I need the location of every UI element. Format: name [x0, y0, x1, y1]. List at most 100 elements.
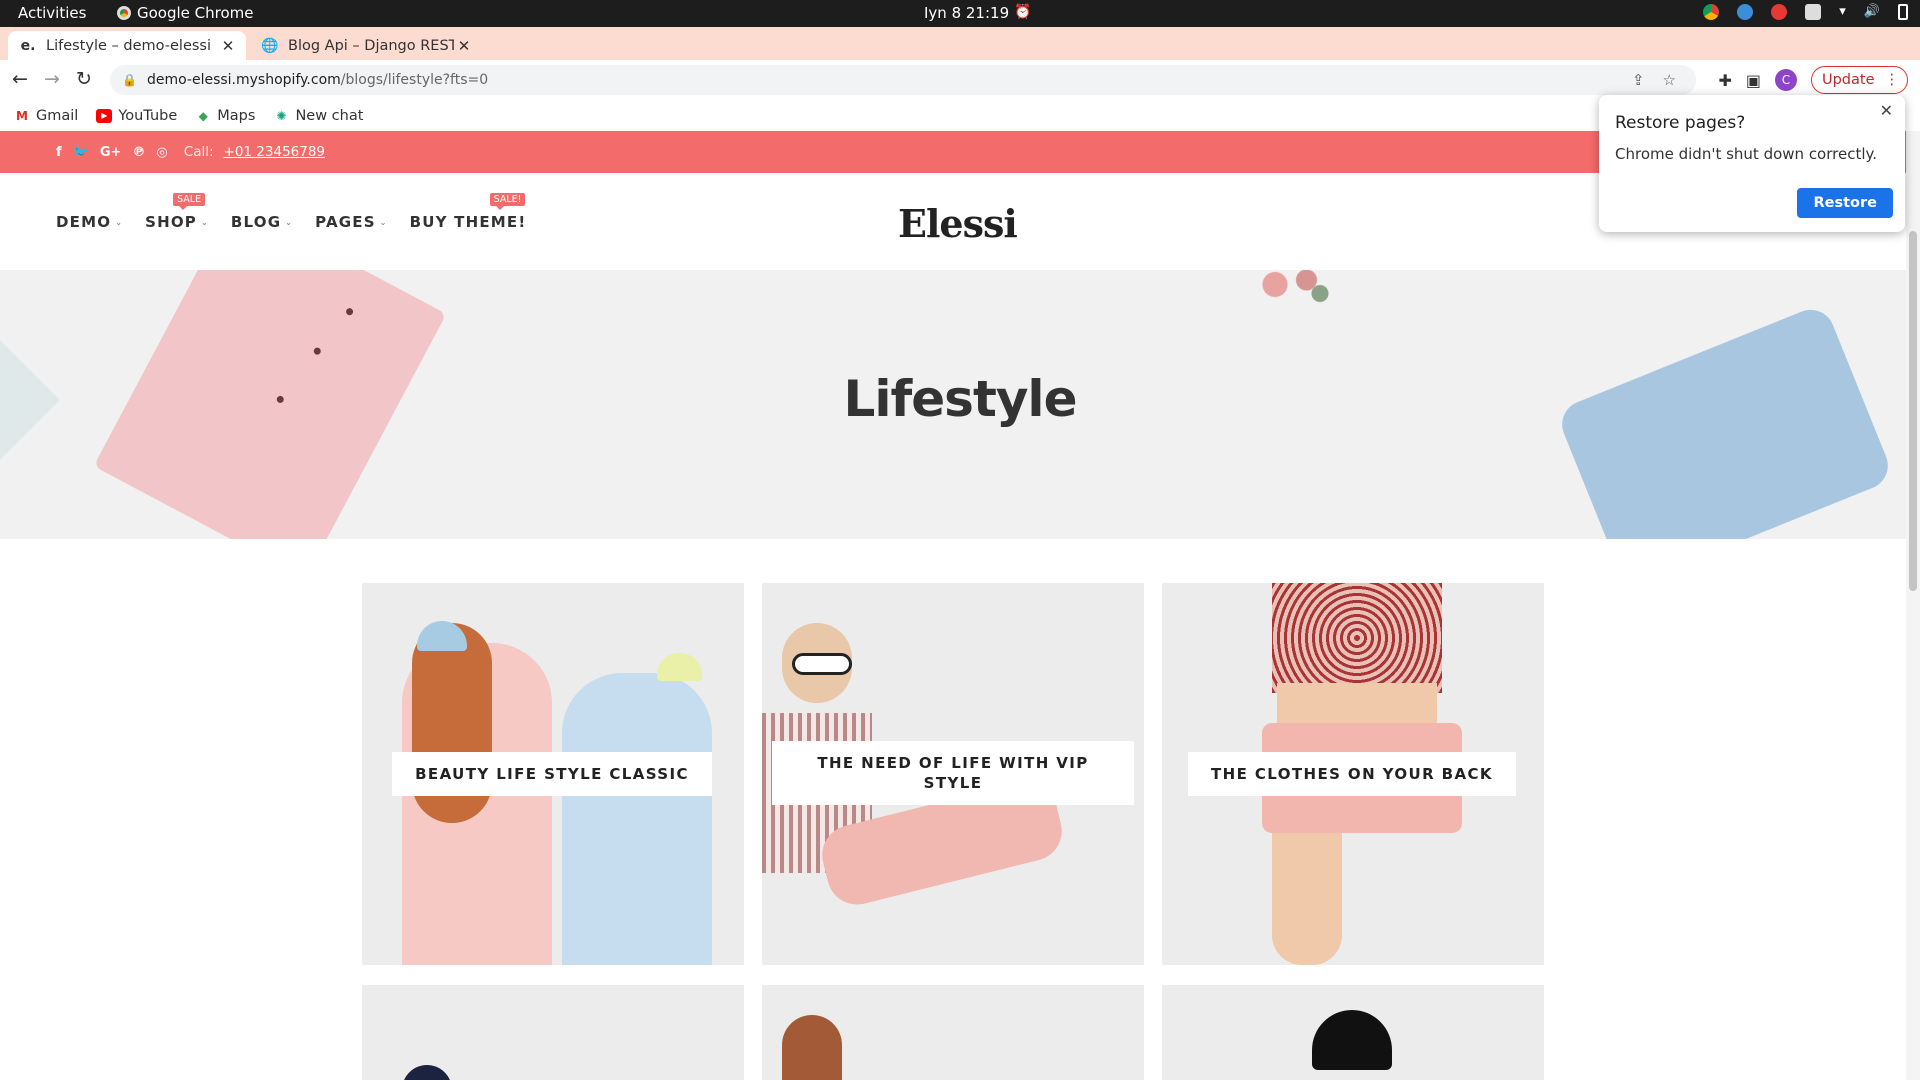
menu-buy-theme[interactable]: SALE! BUY THEME! — [410, 193, 527, 231]
cap-shape — [657, 653, 702, 681]
bookmark-label: Maps — [217, 107, 256, 124]
profile-avatar[interactable]: C — [1774, 69, 1797, 91]
menu-pages[interactable]: PAGES ⌄ — [315, 213, 388, 231]
blog-post-card[interactable] — [762, 985, 1144, 1080]
system-top-bar: Activities Google Chrome Iyn 8 21:19 ⏰ ▾… — [0, 0, 1920, 27]
blocked-tray-icon[interactable] — [1771, 4, 1788, 20]
globe-icon: 🌐 — [261, 37, 279, 54]
extensions-icon[interactable]: ✚ — [1718, 71, 1731, 90]
web-page: f 🐦 G+ ℗ ◎ Call: +01 23456789 DEMO ⌄ SALE… — [0, 131, 1920, 1080]
post-image — [1272, 583, 1442, 693]
menu-blog[interactable]: BLOG ⌄ — [231, 213, 293, 231]
tab-title: Lifestyle – demo-elessi — [46, 37, 212, 54]
tab-strip: e. Lifestyle – demo-elessi ✕ 🌐 Blog Api … — [0, 27, 1920, 84]
tab-blog-api[interactable]: 🌐 Blog Api – Django REST fr ✕ — [252, 31, 482, 60]
youtube-icon: ▶ — [96, 108, 113, 123]
close-tab-icon[interactable]: ✕ — [218, 37, 238, 55]
back-button[interactable]: ← — [12, 68, 28, 90]
blog-post-card[interactable] — [362, 985, 744, 1080]
app-name: Google Chrome — [137, 4, 254, 22]
elessi-favicon-icon: e. — [20, 37, 36, 54]
chevron-down-icon: ⌄ — [285, 217, 294, 227]
bookmark-label: Gmail — [36, 107, 79, 124]
post-image — [1312, 1010, 1392, 1070]
dialog-title: Restore pages? — [1615, 113, 1746, 133]
system-tray[interactable]: ▾ 🔊 — [1703, 4, 1908, 20]
post-title[interactable]: THE NEED OF LIFE WITH VIP STYLE — [772, 741, 1134, 805]
chrome-tray-icon[interactable] — [1703, 4, 1720, 20]
social-links: f 🐦 G+ ℗ ◎ — [56, 145, 168, 160]
url-host: demo-elessi.myshopify.com — [146, 72, 341, 88]
app-menu[interactable]: Google Chrome — [117, 4, 254, 22]
update-label: Update — [1821, 72, 1875, 88]
chevron-down-icon: ⌄ — [115, 217, 124, 227]
menu-label: SHOP — [145, 213, 197, 231]
pinterest-icon[interactable]: ℗ — [132, 145, 145, 160]
wifi-icon[interactable]: ▾ — [1839, 4, 1846, 20]
skin-shape — [1277, 683, 1437, 723]
chevron-down-icon: ⌄ — [379, 217, 388, 227]
restore-button[interactable]: Restore — [1797, 188, 1893, 218]
site-logo[interactable]: Elessi — [898, 201, 1018, 246]
post-image — [402, 1065, 452, 1080]
twitter-icon[interactable]: 🐦 — [73, 145, 89, 160]
bookmark-gmail[interactable]: M Gmail — [14, 108, 78, 124]
close-tab-icon[interactable]: ✕ — [454, 37, 474, 55]
blue-suit-shape — [562, 673, 712, 965]
lock-icon[interactable]: 🔒 — [122, 73, 137, 87]
flowers-image — [1248, 270, 1338, 307]
restore-pages-dialog: ✕ Restore pages? Chrome didn't shut down… — [1599, 95, 1905, 232]
bookmark-star-icon[interactable]: ☆ — [1663, 71, 1676, 89]
gmail-icon: M — [16, 108, 28, 123]
page-scrollbar[interactable] — [1906, 131, 1920, 1080]
leg-shape — [1272, 833, 1342, 965]
blog-post-card[interactable]: THE NEED OF LIFE WITH VIP STYLE — [762, 583, 1144, 965]
google-plus-icon[interactable]: G+ — [100, 145, 122, 160]
close-icon[interactable]: ✕ — [1880, 101, 1893, 120]
blog-post-card[interactable] — [1162, 985, 1544, 1080]
blog-post-card[interactable]: THE CLOTHES ON YOUR BACK — [1162, 583, 1544, 965]
tab-title: Blog Api – Django REST fr — [288, 37, 454, 54]
docker-tray-icon[interactable] — [1805, 4, 1822, 20]
forward-button[interactable]: → — [44, 68, 60, 90]
chatgpt-icon: ✺ — [276, 108, 287, 123]
post-title[interactable]: THE CLOTHES ON YOUR BACK — [1188, 752, 1516, 796]
maps-icon: ◆ — [198, 108, 208, 123]
side-panel-icon[interactable]: ▣ — [1746, 71, 1761, 90]
sunglasses-shape — [792, 653, 852, 675]
tab-lifestyle[interactable]: e. Lifestyle – demo-elessi ✕ — [8, 31, 246, 60]
telegram-tray-icon[interactable] — [1737, 4, 1754, 20]
scrollbar-thumb[interactable] — [1909, 231, 1917, 591]
clock[interactable]: Iyn 8 21:19 — [924, 4, 1009, 22]
instagram-icon[interactable]: ◎ — [156, 145, 167, 160]
share-icon[interactable]: ⇪ — [1632, 71, 1645, 89]
bookmark-label: New chat — [295, 107, 364, 124]
menu-shop[interactable]: SALE SHOP ⌄ — [145, 193, 209, 231]
activities-button[interactable]: Activities — [18, 4, 86, 22]
facebook-icon[interactable]: f — [56, 145, 62, 160]
phone-link[interactable]: +01 23456789 — [224, 144, 326, 160]
menu-label: PAGES — [315, 213, 376, 231]
kebab-menu-icon: ⋮ — [1884, 72, 1900, 88]
bookmark-maps[interactable]: ◆ Maps — [195, 107, 256, 124]
update-button[interactable]: Update ⋮ — [1810, 66, 1908, 94]
chevron-down-icon: ⌄ — [201, 217, 209, 227]
browser-toolbar: ← → ↻ 🔒 demo-elessi.myshopify.com/blogs/… — [0, 60, 1920, 100]
blog-post-card[interactable]: BEAUTY LIFE STYLE CLASSIC — [362, 583, 744, 965]
menu-label: DEMO — [56, 213, 112, 231]
alarm-icon: ⏰ — [1014, 4, 1032, 20]
battery-icon[interactable] — [1898, 4, 1908, 20]
menu-demo[interactable]: DEMO ⌄ — [56, 213, 123, 231]
reload-button[interactable]: ↻ — [76, 68, 92, 90]
sale-badge: SALE! — [489, 193, 526, 210]
bookmark-youtube[interactable]: ▶ YouTube — [96, 108, 177, 124]
logo-text: Elessi — [898, 201, 1018, 246]
bookmark-label: YouTube — [118, 107, 178, 124]
menu-label: BLOG — [230, 213, 282, 231]
volume-icon[interactable]: 🔊 — [1864, 4, 1880, 20]
address-bar[interactable]: 🔒 demo-elessi.myshopify.com/blogs/lifest… — [110, 65, 1696, 95]
bookmark-new-chat[interactable]: ✺ New chat — [273, 108, 363, 124]
page-banner: Lifestyle — [0, 270, 1920, 539]
url-path: /blogs/lifestyle?fts=0 — [340, 72, 489, 88]
post-title[interactable]: BEAUTY LIFE STYLE CLASSIC — [392, 752, 712, 796]
